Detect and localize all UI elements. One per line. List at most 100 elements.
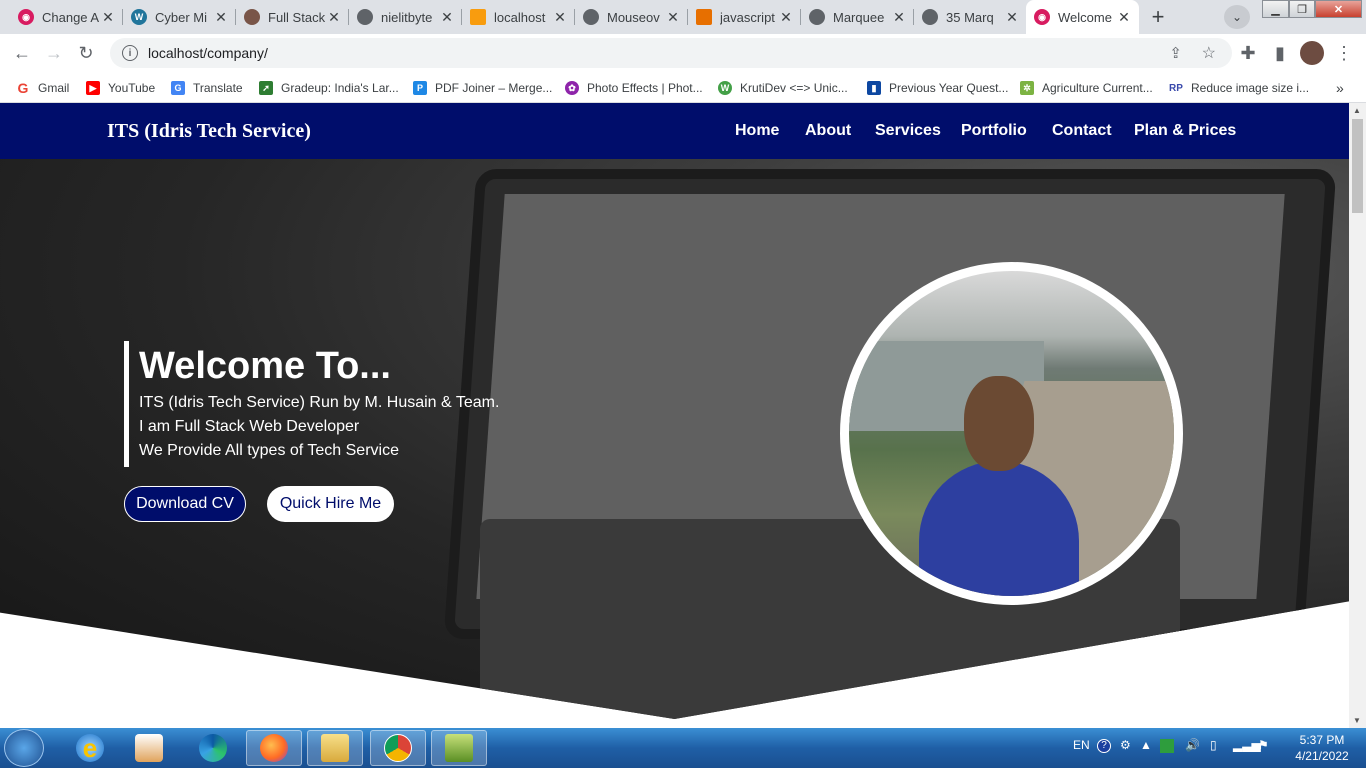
share-icon[interactable]: ⇪ bbox=[1169, 44, 1182, 62]
nav-plan-prices[interactable]: Plan & Prices bbox=[1134, 122, 1236, 140]
bookmark[interactable]: ✿ Photo Effects | Phot... bbox=[565, 77, 703, 99]
scrollbar[interactable]: ▲ ▼ bbox=[1349, 103, 1366, 728]
chevron-down-icon[interactable]: ⌄ bbox=[1224, 5, 1250, 29]
address-bar[interactable]: i localhost/company/ ⇪ ☆ bbox=[110, 38, 1232, 68]
nav-about[interactable]: About bbox=[805, 122, 851, 140]
tab-strip: ◉ Change A ✕ W Cyber Mi ✕ Full Stack ✕ nielit… bbox=[0, 0, 1366, 34]
clock[interactable]: 5:37 PM 4/21/2022 bbox=[1282, 732, 1362, 764]
minimize-button[interactable]: ▁ bbox=[1262, 0, 1289, 18]
app-tray-icon[interactable] bbox=[1160, 739, 1174, 753]
bookmark[interactable]: ▶ YouTube bbox=[86, 77, 155, 99]
folder-icon[interactable] bbox=[307, 730, 363, 766]
site-brand[interactable]: ITS (Idris Tech Service) bbox=[107, 120, 311, 143]
globe-icon bbox=[357, 9, 373, 25]
hero-line: I am Full Stack Web Developer bbox=[139, 418, 360, 435]
rocket-icon: ➚ bbox=[259, 81, 273, 95]
tab[interactable]: Marquee ✕ bbox=[801, 0, 914, 34]
book-icon: ▮ bbox=[867, 81, 881, 95]
back-icon[interactable]: ← bbox=[10, 41, 34, 65]
taskbar: e EN ? ⚙ ▲ 🔊 ▯ ▂▃▅ ⚑ 5:37 PM 4/21/2022 bbox=[0, 728, 1366, 768]
chrome-icon[interactable] bbox=[370, 730, 426, 766]
help-icon[interactable]: ? bbox=[1097, 739, 1111, 753]
pma-icon bbox=[470, 9, 486, 25]
pdf-icon: P bbox=[413, 81, 427, 95]
close-icon[interactable]: ✕ bbox=[1115, 9, 1133, 26]
media-player-icon[interactable] bbox=[121, 730, 177, 766]
nav-portfolio[interactable]: Portfolio bbox=[961, 122, 1027, 140]
extensions-icon[interactable]: ✚ bbox=[1236, 41, 1260, 65]
start-button[interactable] bbox=[4, 729, 44, 767]
flag-icon[interactable]: ⚑ bbox=[1258, 738, 1269, 752]
close-icon[interactable]: ✕ bbox=[438, 9, 456, 26]
close-icon[interactable]: ✕ bbox=[212, 9, 230, 26]
tab[interactable]: nielitbyte ✕ bbox=[349, 0, 462, 34]
nav-home[interactable]: Home bbox=[735, 122, 779, 140]
flower-icon: ✿ bbox=[565, 81, 579, 95]
reload-icon[interactable]: ↻ bbox=[74, 41, 98, 65]
welcome-block: Welcome To... ITS (Idris Tech Service) R… bbox=[124, 341, 499, 467]
forward-icon[interactable]: → bbox=[42, 41, 66, 65]
app-icon: ◉ bbox=[18, 9, 34, 25]
hero-line: We Provide All types of Tech Service bbox=[139, 442, 399, 459]
chevron-right-icon[interactable]: » bbox=[1336, 77, 1344, 99]
close-icon[interactable]: ✕ bbox=[325, 9, 343, 26]
tab[interactable]: Full Stack ✕ bbox=[236, 0, 349, 34]
volume-icon[interactable]: 🔊 bbox=[1185, 738, 1200, 752]
network-icon[interactable]: ▂▃▅ bbox=[1233, 738, 1261, 752]
close-icon[interactable]: ✕ bbox=[664, 9, 682, 26]
bookmark[interactable]: ➚ Gradeup: India's Lar... bbox=[259, 77, 399, 99]
star-icon[interactable]: ☆ bbox=[1202, 43, 1216, 63]
w-icon: W bbox=[718, 81, 732, 95]
globe-icon bbox=[922, 9, 938, 25]
bookmark[interactable]: P PDF Joiner – Merge... bbox=[413, 77, 552, 99]
bookmark[interactable]: W KrutiDev <=> Unic... bbox=[718, 77, 848, 99]
avatar[interactable] bbox=[1300, 41, 1324, 65]
bookmarks-bar: G Gmail ▶ YouTube G Translate ➚ Gradeup: Ind… bbox=[0, 72, 1366, 103]
sidepanel-icon[interactable]: ▮ bbox=[1268, 41, 1292, 65]
toolbar: ← → ↻ i localhost/company/ ⇪ ☆ ✚ ▮ ⋮ bbox=[0, 34, 1366, 72]
settings-icon[interactable]: ⚙ bbox=[1120, 738, 1131, 752]
bookmark[interactable]: RP Reduce image size i... bbox=[1169, 77, 1309, 99]
info-icon[interactable]: i bbox=[122, 45, 138, 61]
tab[interactable]: 35 Marq ✕ bbox=[914, 0, 1027, 34]
tab[interactable]: W Cyber Mi ✕ bbox=[123, 0, 236, 34]
wordpress-icon: W bbox=[131, 9, 147, 25]
close-icon[interactable]: ✕ bbox=[551, 9, 569, 26]
tab[interactable]: ◉ Change A ✕ bbox=[10, 0, 123, 34]
nav-contact[interactable]: Contact bbox=[1052, 122, 1112, 140]
quick-hire-button[interactable]: Quick Hire Me bbox=[267, 486, 394, 522]
download-cv-button[interactable]: Download CV bbox=[124, 486, 246, 522]
translate-icon: G bbox=[171, 81, 185, 95]
tab[interactable]: Mouseov ✕ bbox=[575, 0, 688, 34]
scrollbar-thumb[interactable] bbox=[1352, 119, 1363, 213]
nav-services[interactable]: Services bbox=[875, 122, 941, 140]
language-indicator[interactable]: EN bbox=[1073, 738, 1090, 752]
tab-active[interactable]: ◉ Welcome ✕ bbox=[1026, 0, 1139, 34]
globe-icon bbox=[583, 9, 599, 25]
new-tab-button[interactable]: + bbox=[1144, 3, 1172, 31]
close-icon[interactable]: ✕ bbox=[99, 9, 117, 26]
tab[interactable]: javascript ✕ bbox=[688, 0, 801, 34]
edge-icon[interactable] bbox=[185, 730, 241, 766]
bookmark[interactable]: G Translate bbox=[171, 77, 243, 99]
close-icon[interactable]: ✕ bbox=[890, 9, 908, 26]
bookmark[interactable]: G Gmail bbox=[16, 77, 70, 99]
google-icon: G bbox=[17, 80, 29, 96]
bookmark[interactable]: ▮ Previous Year Quest... bbox=[867, 77, 1008, 99]
close-icon[interactable]: ✕ bbox=[1003, 9, 1021, 26]
firefox-icon[interactable] bbox=[246, 730, 302, 766]
close-window-button[interactable]: ✕ bbox=[1315, 0, 1362, 18]
bookmark[interactable]: ✲ Agriculture Current... bbox=[1020, 77, 1153, 99]
url-text: localhost/company/ bbox=[148, 45, 268, 61]
battery-icon[interactable]: ▯ bbox=[1210, 738, 1217, 752]
hero-heading: Welcome To... bbox=[139, 345, 391, 387]
plant-icon: ✲ bbox=[1020, 81, 1034, 95]
close-icon[interactable]: ✕ bbox=[777, 9, 795, 26]
ie-icon[interactable]: e bbox=[62, 730, 118, 766]
tab[interactable]: localhost ✕ bbox=[462, 0, 575, 34]
app-icon: ◉ bbox=[1034, 9, 1050, 25]
maximize-button[interactable]: ❐ bbox=[1289, 0, 1315, 18]
tray-expand-icon[interactable]: ▲ bbox=[1140, 738, 1152, 752]
menu-icon[interactable]: ⋮ bbox=[1332, 41, 1356, 65]
notepad-icon[interactable] bbox=[431, 730, 487, 766]
